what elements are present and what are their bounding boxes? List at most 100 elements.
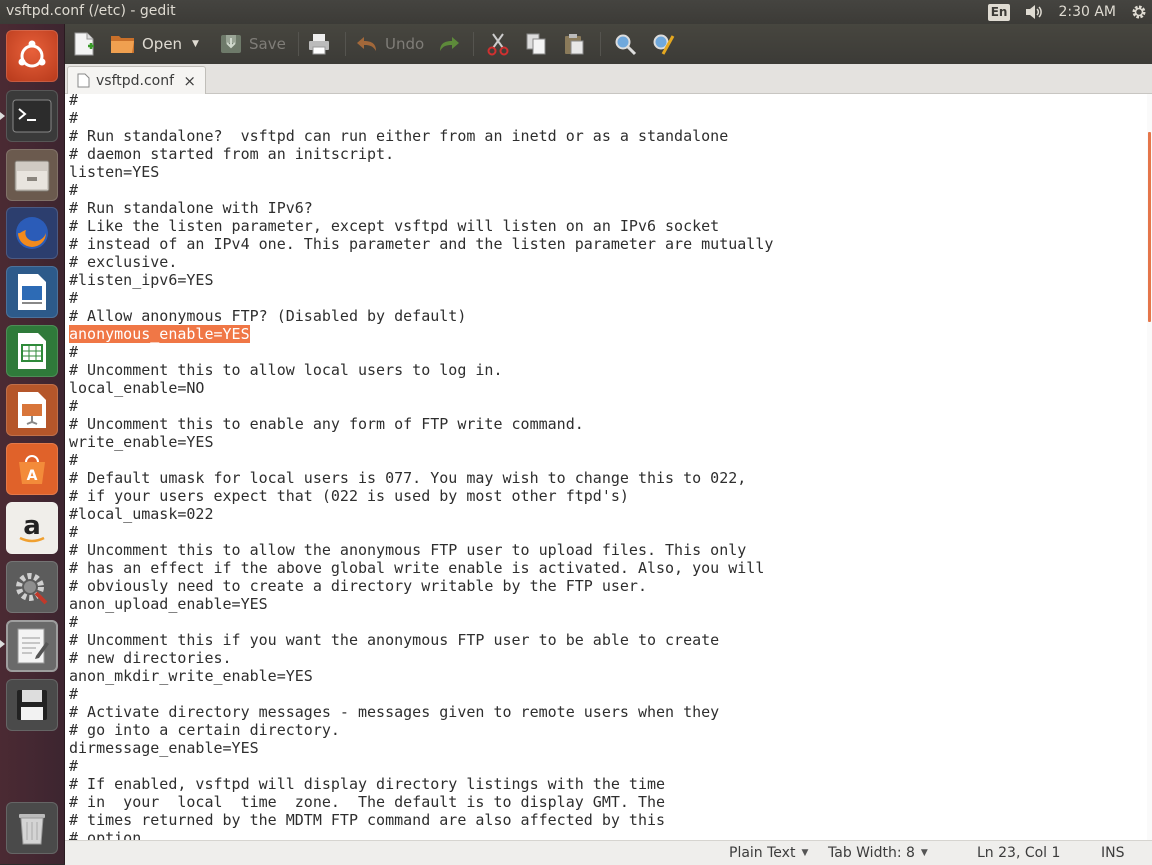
paste-button[interactable] — [563, 30, 585, 58]
window-title: vsftpd.conf (/etc) - gedit — [6, 3, 176, 19]
save-label: Save — [249, 35, 286, 53]
code-line: # — [69, 181, 773, 199]
code-line: # Activate directory messages - messages… — [69, 703, 773, 721]
line-text: # Like the listen parameter, except vsft… — [69, 217, 720, 235]
code-line: # If enabled, vsftpd will display direct… — [69, 775, 773, 793]
highlighted-text: anonymous_enable=YES — [69, 325, 250, 343]
launcher: A a — [0, 24, 65, 864]
copy-button[interactable] — [525, 30, 547, 58]
save-disk-icon[interactable] — [6, 679, 58, 731]
insert-mode: INS — [1101, 845, 1125, 861]
code-line: # times returned by the MDTM FTP command… — [69, 811, 773, 829]
tab-bar: vsftpd.conf × — [65, 64, 1152, 94]
code-line: # Default umask for local users is 077. … — [69, 469, 773, 487]
volume-icon[interactable] — [1024, 4, 1044, 20]
search-replace-button[interactable] — [651, 30, 675, 58]
code-line: #listen_ipv6=YES — [69, 271, 773, 289]
code-line: # — [69, 523, 773, 541]
trash-icon[interactable] — [6, 802, 58, 854]
tab-label: vsftpd.conf — [96, 72, 175, 89]
libreoffice-writer-icon[interactable] — [6, 266, 58, 318]
status-bar: Plain Text ▼ Tab Width: 8 ▼ Ln 23, Col 1… — [65, 840, 1152, 865]
line-text: # obviously need to create a directory w… — [69, 577, 647, 595]
tab-width-selector[interactable]: Tab Width: 8 ▼ — [828, 845, 928, 861]
line-text: # Uncomment this to enable any form of F… — [69, 415, 584, 433]
line-text: # Uncomment this to allow the anonymous … — [69, 541, 747, 559]
line-text: write_enable=YES — [69, 433, 214, 451]
line-text: # — [69, 181, 79, 199]
code-line: # Run standalone? vsftpd can run either … — [69, 127, 773, 145]
undo-button[interactable]: Undo — [355, 30, 424, 58]
toolbar-separator — [345, 32, 346, 56]
line-text: # exclusive. — [69, 253, 178, 271]
line-text: # Allow anonymous FTP? (Disabled by defa… — [69, 307, 467, 325]
chevron-down-icon: ▼ — [920, 848, 928, 858]
libreoffice-impress-icon[interactable] — [6, 384, 58, 436]
amazon-icon[interactable]: a — [6, 502, 58, 554]
gear-icon[interactable] — [1130, 3, 1148, 21]
system-settings-icon[interactable] — [6, 561, 58, 613]
line-text: # — [69, 451, 79, 469]
language-selector[interactable]: Plain Text ▼ — [729, 845, 808, 861]
vertical-scrollbar[interactable] — [1147, 94, 1152, 840]
clock-indicator[interactable]: 2:30 AM — [1058, 4, 1116, 20]
firefox-icon[interactable] — [6, 207, 58, 259]
chevron-down-icon: ▼ — [192, 39, 199, 49]
line-text: # go into a certain directory. — [69, 721, 340, 739]
code-line: # Uncomment this to enable any form of F… — [69, 415, 773, 433]
libreoffice-calc-icon[interactable] — [6, 325, 58, 377]
document-icon — [77, 73, 90, 88]
line-text: anon_mkdir_write_enable=YES — [69, 667, 313, 685]
line-text: # has an effect if the above global writ… — [69, 559, 765, 577]
open-button[interactable]: Open — [110, 30, 182, 58]
line-text: # — [69, 685, 79, 703]
cut-button[interactable] — [487, 30, 509, 58]
line-text: # times returned by the MDTM FTP command… — [69, 811, 666, 829]
line-text: # — [69, 757, 79, 775]
open-recent-dropdown[interactable]: ▼ — [192, 30, 199, 58]
code-line: # — [69, 289, 773, 307]
undo-label: Undo — [385, 35, 425, 53]
close-icon[interactable]: × — [183, 72, 196, 90]
scrollbar-thumb[interactable] — [1148, 132, 1151, 322]
line-text: # Run standalone with IPv6? — [69, 199, 313, 217]
code-line: anonymous_enable=YES — [69, 325, 773, 343]
ubuntu-logo-icon[interactable] — [6, 30, 58, 82]
editor-content: # # # Run standalone? vsftpd can run eithe… — [69, 94, 773, 840]
save-button[interactable]: Save — [219, 30, 286, 58]
code-line: # Uncomment this to allow the anonymous … — [69, 541, 773, 559]
code-line: # — [69, 757, 773, 775]
code-line: # — [69, 685, 773, 703]
print-button[interactable] — [307, 30, 331, 58]
top-panel: vsftpd.conf (/etc) - gedit En 2:30 AM — [0, 0, 1152, 24]
redo-button[interactable] — [437, 30, 461, 58]
line-text: # option — [69, 829, 142, 840]
toolbar-separator — [600, 32, 601, 56]
keyboard-indicator[interactable]: En — [987, 3, 1011, 21]
code-line: # go into a certain directory. — [69, 721, 773, 739]
tab-vsftpd-conf[interactable]: vsftpd.conf × — [67, 66, 206, 94]
code-line: local_enable=NO — [69, 379, 773, 397]
new-document-button[interactable] — [73, 30, 95, 58]
text-editor-icon[interactable] — [6, 620, 58, 672]
code-line: write_enable=YES — [69, 433, 773, 451]
code-line: # option — [69, 829, 773, 840]
code-line: # obviously need to create a directory w… — [69, 577, 773, 595]
code-line: anon_mkdir_write_enable=YES — [69, 667, 773, 685]
line-text: # Activate directory messages - messages… — [69, 703, 720, 721]
line-text: #listen_ipv6=YES — [69, 271, 214, 289]
files-icon[interactable] — [6, 149, 58, 201]
line-text: # instead of an IPv4 one. This parameter… — [69, 235, 774, 253]
text-editor-area[interactable]: # # # Run standalone? vsftpd can run eithe… — [65, 94, 1147, 840]
terminal-icon[interactable] — [6, 90, 58, 142]
search-button[interactable] — [613, 30, 637, 58]
software-center-icon[interactable]: A — [6, 443, 58, 495]
code-line: # daemon started from an initscript. — [69, 145, 773, 163]
chevron-down-icon: ▼ — [801, 848, 809, 858]
code-line: # exclusive. — [69, 253, 773, 271]
toolbar-separator — [473, 32, 474, 56]
code-line: listen=YES — [69, 163, 773, 181]
language-label: Plain Text — [729, 845, 796, 861]
code-line: # — [69, 613, 773, 631]
code-line: # has an effect if the above global writ… — [69, 559, 773, 577]
